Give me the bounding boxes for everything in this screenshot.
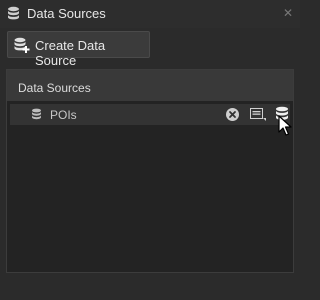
create-data-source-button[interactable]: Create Data Source bbox=[7, 31, 150, 68]
window-title: Data Sources bbox=[27, 6, 106, 21]
window-titlebar: Data Sources ✕ bbox=[0, 0, 300, 28]
data-sources-panel: Data Sources POIs bbox=[6, 69, 294, 273]
panel-title: Data Sources bbox=[18, 81, 91, 95]
database-icon bbox=[8, 6, 19, 20]
list-item[interactable]: POIs bbox=[10, 104, 290, 125]
database-icon bbox=[32, 108, 41, 120]
database-add-icon bbox=[14, 37, 30, 53]
close-icon[interactable]: ✕ bbox=[282, 7, 294, 19]
clear-icon[interactable] bbox=[226, 108, 239, 121]
properties-icon[interactable] bbox=[250, 108, 266, 121]
create-data-source-label: Create Data Source bbox=[35, 38, 106, 68]
panel-header: Data Sources bbox=[7, 70, 293, 101]
list-item-label: POIs bbox=[50, 108, 77, 122]
mouse-cursor-icon bbox=[278, 115, 292, 136]
